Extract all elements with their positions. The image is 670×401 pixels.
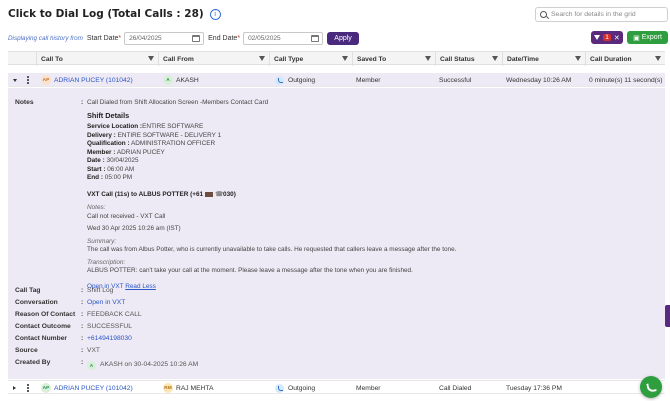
collapse-row-icon[interactable] — [13, 73, 17, 87]
date-time-text: Wednesday 10:26 AM — [506, 76, 572, 84]
column-date-time[interactable]: Date/Time — [502, 52, 585, 66]
conversation-link[interactable]: Open in VXT — [87, 299, 125, 306]
filter-icon[interactable] — [492, 56, 498, 61]
vxt-notes-label: Notes: — [87, 204, 106, 212]
date-filter-bar: Displaying call history from Start Date*… — [0, 30, 670, 46]
export-icon: ▣ — [633, 34, 640, 42]
date-range-hint: Displaying call history from — [8, 34, 83, 42]
shift-details-title: Shift Details — [87, 110, 130, 120]
grid-header: Call To Call From Call Type Saved To Cal… — [8, 51, 665, 66]
filter-icon[interactable] — [148, 56, 154, 61]
contact-outcome-field: Contact Outcome: SUCCESSFUL — [15, 323, 132, 330]
row-actions-menu[interactable] — [27, 73, 29, 87]
avatar: A — [87, 361, 96, 370]
clear-filter-icon[interactable]: ✕ — [614, 34, 620, 42]
avatar: RM — [163, 383, 173, 393]
filter-icon[interactable] — [259, 56, 265, 61]
source-field: Source: VXT — [15, 347, 101, 354]
reason-of-contact-field: Reason Of Contact: FEEDBACK CALL — [15, 311, 142, 318]
contact-number-link[interactable]: +61494198030 — [87, 335, 132, 342]
call-to-link[interactable]: ADRIAN PUCEY (101042) — [54, 385, 133, 392]
call-status-text: Call Dialed — [439, 384, 472, 392]
info-icon[interactable]: i — [209, 8, 221, 20]
call-to-link[interactable]: ADRIAN PUCEY (101042) — [54, 77, 133, 84]
dial-call-button[interactable] — [640, 376, 662, 398]
end-date-value: 02/05/2025 — [248, 34, 281, 42]
filter-count-badge: 1 — [603, 34, 611, 41]
date-time-text: Tuesday 17:36 PM — [506, 384, 562, 392]
vxt-datetime: Wed 30 Apr 2025 10:26 am (IST) — [87, 225, 181, 233]
avatar: AP — [41, 75, 51, 85]
summary-text: The call was from Albus Potter, who is c… — [87, 246, 457, 254]
active-filters-button[interactable]: 1 ✕ — [591, 31, 623, 44]
avatar: AP — [41, 383, 51, 393]
end-date-label: End Date* — [208, 34, 241, 42]
column-call-status[interactable]: Call Status — [435, 52, 502, 66]
end-date-field[interactable]: 02/05/2025 — [243, 31, 324, 45]
outgoing-call-icon — [275, 383, 284, 393]
phone-icon — [645, 381, 657, 393]
vxt-call-title: VXT Call (11s) to ALBUS POTTER (+61 ☎030) — [87, 190, 236, 198]
shift-member: Member : ADRIAN PUCEY — [87, 148, 165, 156]
column-call-to[interactable]: Call To — [36, 52, 158, 66]
column-saved-to[interactable]: Saved To — [352, 52, 435, 66]
row-actions-menu[interactable] — [27, 381, 29, 395]
outgoing-call-icon — [275, 75, 284, 85]
call-duration-text: 0 minute(s) 11 second(s) — [589, 76, 663, 84]
shift-end: End : 05:00 PM — [87, 174, 133, 182]
saved-to-text: Member — [356, 384, 381, 392]
column-call-from[interactable]: Call From — [158, 52, 269, 66]
shift-start: Start : 06:00 AM — [87, 165, 135, 173]
shift-service-location: Service Location :ENTIRE SOFTWARE — [87, 123, 204, 131]
read-less-link[interactable]: Read Less — [125, 283, 156, 290]
filter-icon[interactable] — [655, 56, 661, 61]
shift-delivery: Delivery : ENTIRE SOFTWARE - DELIVERY 1 — [87, 131, 222, 139]
call-type-text: Outgoing — [288, 384, 316, 392]
expand-row-icon[interactable] — [13, 381, 16, 395]
notes-field: Notes: — [15, 99, 84, 106]
summary-label: Summary: — [87, 237, 117, 245]
notes-content: Call Dialed from Shift Allocation Screen… — [87, 99, 607, 291]
transcription-text: ALBUS POTTER: can't take your call at th… — [87, 267, 413, 275]
grid-search-input[interactable]: Search for details in the grid — [535, 7, 668, 22]
column-call-type[interactable]: Call Type — [269, 52, 352, 66]
start-date-field[interactable]: 26/04/2025 — [124, 31, 205, 45]
column-call-duration[interactable]: Call Duration — [585, 52, 665, 66]
calendar-icon[interactable] — [192, 34, 201, 42]
table-row[interactable]: AP ADRIAN PUCEY (101042) A AKASH Outgoin… — [8, 73, 665, 87]
search-icon — [540, 11, 547, 18]
flag-icon — [205, 191, 214, 197]
filter-icon[interactable] — [342, 56, 348, 61]
transcription-label: Transcription: — [87, 258, 126, 266]
apply-button[interactable]: Apply — [327, 31, 360, 45]
call-status-text: Successful — [439, 76, 472, 84]
shift-date: Date : 30/04/2025 — [87, 157, 139, 165]
contact-number-field: Contact Number: +61494198030 — [15, 335, 132, 342]
call-from-text: AKASH — [176, 76, 199, 84]
vxt-notes-text: Call not received - VXT Call — [87, 212, 166, 220]
avatar: A — [163, 75, 173, 85]
filter-icon[interactable] — [575, 56, 581, 61]
side-panel-tab[interactable] — [665, 305, 670, 327]
start-date-label: Start Date* — [86, 34, 122, 42]
conversation-field: Conversation: Open in VXT — [15, 299, 126, 306]
call-tag-field: Call Tag: Shift Log — [15, 287, 114, 294]
call-type-text: Outgoing — [288, 76, 316, 84]
search-placeholder: Search for details in the grid — [551, 11, 636, 18]
filter-icon[interactable] — [425, 56, 431, 61]
export-label: Export — [641, 34, 662, 41]
page-title: Click to Dial Log (Total Calls : 28) — [8, 8, 204, 20]
export-button[interactable]: ▣ Export — [627, 31, 668, 44]
created-by-field: Created By: A AKASH on 30-04-2025 10:26 … — [15, 359, 199, 370]
shift-qualification: Qualification : ADMINISTRATION OFFICER — [87, 140, 216, 148]
notes-intro: Call Dialed from Shift Allocation Screen… — [87, 99, 269, 106]
calendar-icon[interactable] — [311, 34, 320, 42]
call-from-text: RAJ MEHTA — [176, 384, 214, 392]
filter-icon — [594, 35, 601, 40]
saved-to-text: Member — [356, 76, 381, 84]
table-row[interactable]: AP ADRIAN PUCEY (101042) RM RAJ MEHTA Ou… — [8, 380, 665, 394]
start-date-value: 26/04/2025 — [129, 34, 162, 42]
